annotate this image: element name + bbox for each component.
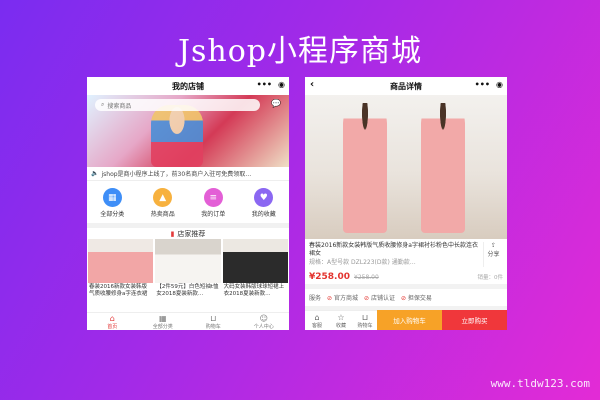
goods-name: 春装2016新款女装韩版气质收腰修身a字连衣裙 (89, 284, 148, 298)
menu-label: 我的收藏 (251, 211, 276, 218)
tab-categories[interactable]: ▦ 全部分类 (138, 313, 189, 330)
original-price: ¥258.00 (354, 274, 379, 282)
chat-icon[interactable]: 💬 (271, 99, 281, 108)
notice-text: jshop是商小程序上线了，前30名商户入驻可免费领取… (101, 171, 252, 178)
sales-count: 销量：0件 (477, 275, 504, 282)
grid-icon: ▦ (102, 188, 122, 207)
product-spec: 规格：A型号款 DZL223(D款) 通勤款… (309, 258, 416, 266)
detail-header: ‹ 商品详情 ••• ◉ (305, 77, 507, 95)
service-item: 担保交易 (407, 295, 432, 303)
quick-menu: ▦ 全部分类 ▲ 热卖商品 ≡ 我的订单 ♥ 我的收藏 (87, 181, 289, 223)
tab-label: 购物车 (205, 323, 221, 330)
share-button[interactable]: ⇪ 分享 (483, 242, 503, 268)
share-icon: ⇪ (490, 242, 497, 249)
tab-label: 全部分类 (152, 323, 173, 330)
banner-model-image (151, 105, 203, 167)
section-title: 店家推荐 (177, 229, 206, 238)
product-image[interactable] (305, 95, 507, 239)
target-icon[interactable]: ◉ (496, 80, 503, 89)
menu-label: 我的订单 (201, 211, 226, 218)
menu-item-hot-goods[interactable]: ▲ 热卖商品 (151, 188, 175, 218)
customer-service-button[interactable]: ⌂ 客服 (305, 310, 329, 330)
target-icon[interactable]: ◉ (278, 80, 285, 89)
home-icon: ⌂ (109, 313, 115, 323)
share-label: 分享 (487, 251, 500, 258)
more-dots-icon[interactable]: ••• (257, 80, 272, 89)
favorite-icon: ♥ (254, 188, 274, 207)
menu-item-my-favorites[interactable]: ♥ 我的收藏 (252, 188, 276, 218)
goods-image (155, 239, 221, 283)
bottom-label: 客服 (311, 322, 322, 329)
search-input[interactable]: ⌕ 搜索商品 (95, 99, 260, 111)
price-row: ¥258.00 ¥258.00 销量：0件 (305, 270, 507, 290)
check-icon: ⊘ (363, 295, 370, 303)
back-icon[interactable]: ‹ (310, 79, 314, 90)
menu-label: 全部分类 (100, 211, 125, 218)
tab-home[interactable]: ⌂ 首页 (87, 313, 138, 330)
check-icon: ⊘ (400, 295, 406, 303)
store-header: 我的店铺 ••• ◉ (87, 77, 289, 95)
tab-label: 个人中心 (253, 323, 274, 330)
goods-item[interactable]: 大码女装韩版球球短裙上衣2018夏装新款… (222, 239, 288, 301)
detail-header-title: 商品详情 (390, 81, 422, 91)
goods-name: 【2件59元】白色短袖t恤女2018夏装新款… (156, 284, 219, 298)
product-model-figure (343, 103, 387, 233)
store-header-title: 我的店铺 (172, 81, 204, 91)
search-placeholder: 搜索商品 (107, 102, 132, 110)
menu-item-my-orders[interactable]: ≡ 我的订单 (201, 188, 225, 218)
service-item: 店铺认证 (370, 295, 395, 303)
service-item: 官方商城 (333, 295, 358, 303)
section-header: ▮ 店家推荐 (87, 223, 289, 239)
watermark: www.tldw123.com (490, 377, 590, 390)
favorite-button[interactable]: ☆ 收藏 (329, 310, 353, 330)
speaker-icon: 🔈 (91, 170, 99, 177)
cart-icon: ⊔ (210, 313, 217, 323)
add-to-cart-button[interactable]: 加入购物车 (377, 310, 442, 330)
tab-bar: ⌂ 首页 ▦ 全部分类 ⊔ 购物车 ☺ 个人中心 (87, 312, 289, 330)
user-icon: ☺ (259, 313, 268, 323)
search-icon: ⌕ (101, 101, 105, 108)
bottom-label: 购物车 (357, 322, 373, 329)
fire-icon: ▲ (153, 188, 173, 207)
services-label: 服务 (309, 295, 322, 303)
bottom-label: 收藏 (335, 322, 346, 329)
product-title: 春装2016新款女装韩版气质收腰修身a字裙衬衫粉色中长款连衣裙女 (309, 242, 478, 258)
page-title: Jshop小程序商城 (177, 34, 422, 69)
goods-list: 春装2016新款女装韩版气质收腰修身a字连衣裙 【2件59元】白色短袖t恤女20… (87, 239, 289, 301)
cart-icon: ⊔ (361, 312, 369, 322)
check-icon: ⊘ (327, 295, 333, 303)
goods-image (88, 239, 154, 283)
detail-bottom-bar: ⌂ 客服 ☆ 收藏 ⊔ 购物车 加入购物车 立即购买 (305, 310, 507, 330)
recommend-icon: ▮ (170, 229, 175, 238)
product-info: 春装2016新款女装韩版气质收腰修身a字裙衬衫粉色中长款连衣裙女 规格：A型号款… (305, 239, 507, 270)
star-icon: ☆ (337, 312, 345, 322)
goods-name: 大码女装韩版球球短裙上衣2018夏装新款… (223, 284, 285, 298)
cart-button[interactable]: ⊔ 购物车 (353, 310, 377, 330)
goods-image (222, 239, 288, 283)
product-model-figure (421, 103, 465, 233)
order-icon: ≡ (203, 188, 223, 207)
buy-now-button[interactable]: 立即购买 (442, 310, 507, 330)
notice-bar[interactable]: 🔈 jshop是商小程序上线了，前30名商户入驻可免费领取… (87, 167, 289, 181)
detail-phone-screen: ‹ 商品详情 ••• ◉ 春装2016新款女装韩版气质收腰修身a字裙衬衫粉色中长… (305, 77, 507, 330)
tab-label: 首页 (107, 323, 118, 330)
category-icon: ▦ (158, 313, 167, 323)
service-row: 服务 ⊘ 官方商城 ⊘ 店铺认证 ⊘ 担保交易 (305, 289, 507, 312)
menu-item-all-categories[interactable]: ▦ 全部分类 (100, 188, 124, 218)
store-phone-screen: 我的店铺 ••• ◉ ⌕ 搜索商品 💬 🔈 jshop是商小程序上线了，前30名… (87, 77, 289, 330)
more-dots-icon[interactable]: ••• (475, 80, 490, 89)
goods-item[interactable]: 【2件59元】白色短袖t恤女2018夏装新款… (155, 239, 221, 301)
service-icon: ⌂ (314, 312, 320, 322)
store-banner[interactable]: ⌕ 搜索商品 💬 (87, 95, 289, 167)
tab-cart[interactable]: ⊔ 购物车 (188, 313, 239, 330)
menu-label: 热卖商品 (150, 211, 175, 218)
product-price: ¥258.00 (309, 272, 350, 283)
goods-item[interactable]: 春装2016新款女装韩版气质收腰修身a字连衣裙 (88, 239, 154, 301)
tab-profile[interactable]: ☺ 个人中心 (239, 313, 290, 330)
